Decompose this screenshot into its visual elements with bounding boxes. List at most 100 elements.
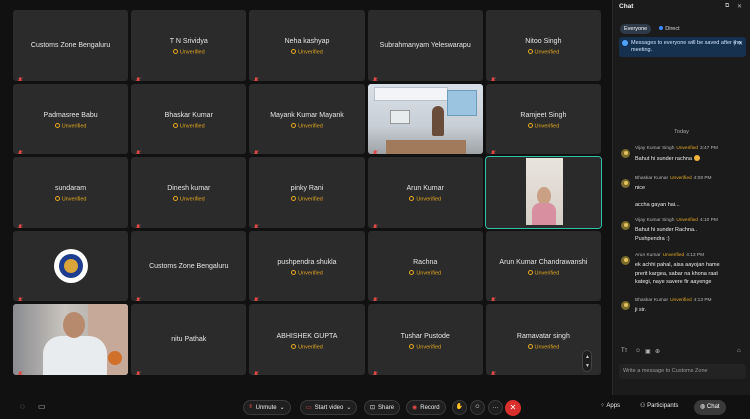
participant-tile[interactable]: Mayank Kumar Mayank Unverified [249, 83, 365, 155]
mic-muted-icon [253, 218, 260, 228]
participant-tile[interactable]: Dinesh kumar Unverified [131, 157, 247, 228]
message-text: ek achhi pahal, aisa aayojan hame [635, 262, 720, 270]
leave-meeting-button[interactable]: ✕ [505, 400, 521, 416]
verification-status: Unverified [13, 196, 128, 203]
participant-tile[interactable] [13, 230, 129, 302]
mic-muted-icon [253, 71, 260, 81]
sender-status: Unverified [670, 298, 692, 303]
chevron-down-icon[interactable]: ⌄ [346, 404, 351, 411]
participant-tile[interactable]: nitu Pathak [131, 304, 247, 375]
unverified-icon [172, 49, 178, 55]
chat-title: Chat [619, 3, 634, 10]
participant-tile[interactable] [367, 83, 483, 155]
tab-everyone[interactable]: Everyone [620, 24, 652, 34]
message-line: nice [635, 185, 646, 191]
participant-tile[interactable]: Ramjeet Singh Unverified [485, 83, 601, 155]
mic-muted-icon [17, 218, 23, 228]
captions-icon[interactable]: ▭ [38, 402, 46, 411]
sender-status: Unverified [676, 218, 698, 223]
sender-avatar [621, 221, 630, 230]
verification-status: Unverified [249, 122, 364, 129]
participant-tile[interactable]: Rachna Unverified [367, 230, 483, 302]
participant-tile[interactable]: Neha kashyap Unverified [249, 10, 365, 81]
participant-tile[interactable]: Arun Kumar Unverified [367, 157, 483, 228]
emoji-icon[interactable]: ☺ [635, 348, 641, 354]
chat-input[interactable]: Write a message to Customs Zone [619, 364, 746, 379]
status-text: Unverified [416, 344, 442, 351]
popout-icon[interactable]: ⧉ [725, 3, 729, 10]
participants-button[interactable]: ⚇ Participants [640, 402, 678, 409]
grid-page-control[interactable]: ▲ ▼ [582, 350, 592, 372]
format-text-icon[interactable]: Tт [621, 348, 627, 354]
message-meta: Bhaskar Kumar Unverified 4:13 PM [635, 298, 712, 303]
participant-tile[interactable]: Nitoo Singh Unverified [485, 10, 601, 81]
dismiss-notice-icon[interactable]: ✕ [738, 41, 743, 48]
page-down-icon[interactable]: ▼ [585, 363, 590, 369]
participant-tile[interactable]: Bhaskar Kumar Unverified [131, 83, 247, 155]
participant-tile[interactable]: Arun Kumar Chandrawanshi Unverified [485, 230, 601, 302]
unverified-icon [291, 49, 297, 55]
participant-tile[interactable]: ▮ shikha goenkaUnverified [484, 156, 602, 229]
raise-hand-button[interactable]: ✋ [452, 400, 467, 415]
participant-tile[interactable]: Subrahmanyam Yeleswarapu [367, 10, 483, 81]
more-button[interactable]: … [488, 400, 503, 415]
layout-icon[interactable]: ◌ [20, 402, 25, 411]
help-icon[interactable]: ? [733, 42, 736, 49]
sender-status: Unverified [676, 146, 698, 151]
page-up-icon[interactable]: ▲ [585, 354, 590, 360]
share-button[interactable]: ⊡ Share [364, 400, 401, 415]
chat-notice: Messages to everyone will be saved after… [619, 37, 746, 57]
status-text: Unverified [534, 49, 560, 56]
apps-icon: ⁘ [600, 403, 606, 409]
verification-status: Unverified [131, 196, 246, 203]
tab-direct[interactable]: Direct [655, 24, 683, 34]
reactions-button[interactable]: ☺ [470, 400, 485, 415]
mic-muted-icon [372, 71, 378, 81]
attach-icon[interactable]: ⊕ [655, 348, 660, 355]
mic-muted-icon: ⌽ [249, 404, 253, 410]
unverified-icon [409, 343, 415, 349]
mic-muted-icon [135, 71, 141, 81]
sender-avatar [621, 301, 630, 310]
participant-tile[interactable]: Tushar Pustode Unverified [367, 304, 483, 375]
message-text: Bahut hi sunder rachna [635, 155, 700, 164]
gif-icon[interactable]: ▣ [645, 348, 651, 355]
mic-muted-icon [372, 365, 378, 375]
status-text: Unverified [298, 270, 323, 277]
hand-icon: ✋ [455, 404, 464, 410]
unmute-button[interactable]: ⌽ Unmute ⌄ [243, 400, 291, 415]
participant-tile[interactable]: Padmasree Babu Unverified [13, 83, 129, 155]
start-video-button[interactable]: ▭ Start video ⌄ [300, 400, 358, 415]
participant-tile[interactable]: pinky Rani Unverified [249, 157, 365, 228]
participant-tile[interactable]: Customs Zone Bengaluru [131, 230, 247, 302]
apps-button[interactable]: ⁘ Apps [600, 402, 620, 409]
send-options-icon[interactable]: ⌂ [737, 348, 741, 354]
participant-tile[interactable] [13, 304, 129, 375]
message-time: 3:47 PM [699, 146, 718, 151]
people-icon: ⚇ [640, 403, 646, 409]
mic-muted-icon [135, 365, 141, 375]
mic-muted-icon [490, 365, 496, 375]
record-button[interactable]: ◉ Record [406, 400, 446, 415]
participant-tile[interactable]: sundaram Unverified [13, 157, 129, 228]
participant-name: ABHISHEK GUPTA [276, 332, 338, 340]
participant-tile[interactable]: pushpendra shukla Unverified [249, 230, 365, 302]
chat-button[interactable]: ◍ Chat [694, 400, 726, 415]
mic-muted-icon [372, 144, 378, 155]
unverified-icon [172, 122, 178, 128]
status-text: Unverified [416, 196, 442, 203]
status-text: Unverified [61, 123, 87, 130]
message-text: Pushpendra :) [635, 236, 670, 244]
reaction-icon: ☺ [474, 404, 481, 410]
unverified-icon [291, 343, 297, 349]
message-text: accha gayan hai... [635, 202, 680, 210]
chevron-down-icon[interactable]: ⌄ [280, 404, 285, 411]
participant-tile[interactable]: Customs Zone Bengaluru [13, 10, 129, 81]
status-text: Unverified [298, 344, 323, 351]
more-icon: … [492, 404, 499, 410]
unverified-icon [527, 122, 533, 128]
mic-muted-icon [253, 291, 260, 302]
participant-tile[interactable]: ABHISHEK GUPTA Unverified [249, 304, 365, 375]
close-chat-icon[interactable]: ✕ [737, 3, 742, 10]
participant-tile[interactable]: T N Srividya Unverified [131, 10, 247, 81]
